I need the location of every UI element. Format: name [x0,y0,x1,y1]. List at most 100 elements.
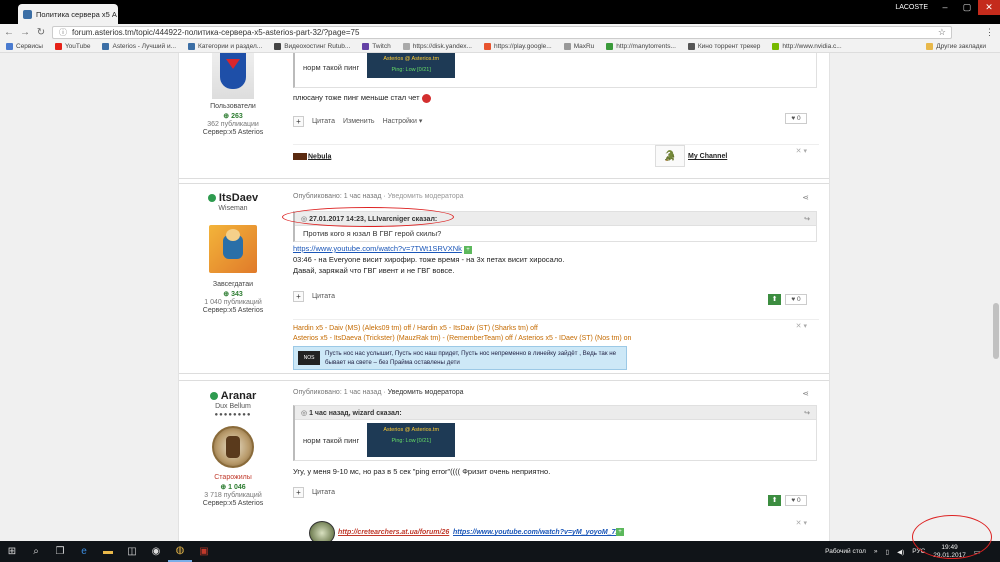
like-counter[interactable]: ♥ 0 [785,495,807,506]
reload-icon[interactable]: ↻ [36,27,46,38]
bookmark-star-icon[interactable]: ☆ [938,27,946,38]
bookmark-item[interactable]: Кино торрент трекер [687,43,760,50]
address-bar[interactable]: ⓘ forum.asterios.tm/topic/444922-политик… [52,26,952,39]
signature-logo-icon [309,521,335,541]
notify-moderator-link[interactable]: Уведомить модератора [388,193,464,200]
page-viewport: Пользователи ⊕ 263 362 публикации Сервер… [0,53,1000,541]
quote-link-icon[interactable]: ↪ [804,409,810,417]
multiquote-button[interactable]: + [293,486,304,498]
bookmark-item[interactable]: Asterios - Лучший и... [102,43,176,50]
quote-button[interactable]: Цитата [312,118,335,125]
back-icon[interactable]: ← [4,27,14,38]
signature-toggle-icon[interactable]: ✕ ▾ [796,519,807,527]
author-name[interactable]: ItsDaev [179,192,287,204]
signature-banner[interactable]: Nebula [293,153,331,160]
steam-icon[interactable]: ◉ [144,541,168,562]
bookmark-item[interactable]: MaxRu [563,43,594,50]
like-counter[interactable]: ♥ 0 [785,294,807,305]
browser-menu-icon[interactable]: ⋮ [985,27,994,38]
share-icon[interactable]: ⋖ [802,193,809,202]
multiquote-button[interactable]: + [293,115,304,127]
forum-post: Aranar Dux Bellum ●●●●●●●● Старожилы ⊕ 1… [179,380,829,541]
post-meta: Опубликовано: 1 час назад · Уведомить мо… [293,193,464,200]
signature-line: Asterios x5 - ItsDaeva (Trickster) (Mauz… [293,335,632,342]
signature-forum-link[interactable]: http://cretearchers.at.ua/forum/26 [338,529,449,536]
post-text: плюсану тоже пинг меньше стал чет [293,92,819,103]
quote-body: норм такой пинг Asterios @ Asterios.tm Pi… [295,420,816,460]
bookmark-item[interactable]: Twitch [362,43,391,50]
bookmark-item[interactable]: Сервисы [6,43,43,50]
explorer-icon[interactable]: ▬ [96,541,120,562]
upvote-button[interactable]: ⬆ [768,495,781,506]
bookmark-item[interactable]: Категории и раздел... [188,43,262,50]
like-counter[interactable]: ♥ 0 [785,113,807,124]
tray-arrow-icon[interactable]: » [874,548,878,555]
user-title: Dux Bellum [215,403,251,410]
tab-title: Политика сервера x5 А [36,9,117,19]
browser-tab[interactable]: Политика сервера x5 А ✕ [18,4,118,24]
post-actions: + Цитата [293,290,819,302]
apps-icon [6,43,13,50]
close-window-button[interactable]: ✕ [978,0,1000,15]
ping-screenshot[interactable]: Asterios @ Asterios.tm Ping: Low [0/21] [367,423,456,457]
bookmark-item[interactable]: Видеохостинг Rutub... [274,43,350,50]
user-group: Пользователи [210,103,256,110]
bookmark-item[interactable]: https://disk.yandex... [402,43,472,50]
desktop-toolbar[interactable]: Рабочий стол [825,548,866,555]
quote-toggle-icon[interactable]: ◎ [301,410,307,417]
settings-menu[interactable]: Настройки ▾ [383,117,423,125]
quote-block: норм такой пинг Asterios @ Asterios.tm Pi… [293,53,817,88]
rutube-icon [274,43,282,50]
user-group: Старожилы [214,474,252,481]
search-icon[interactable]: ⌕ [24,541,48,562]
bookmark-item[interactable]: http://www.nvidia.c... [772,43,842,50]
quote-button[interactable]: Цитата [312,489,335,496]
author-name[interactable]: Aranar [179,390,287,402]
store-icon[interactable]: ◫ [120,541,144,562]
bookmark-folder[interactable]: Другие закладки [926,43,986,50]
upvote-button[interactable]: ⬆ [768,294,781,305]
expand-icon[interactable]: + [463,246,472,254]
play-icon [483,43,491,50]
bookmark-item[interactable]: https://play.google... [483,43,552,50]
youtube-link[interactable]: https://www.youtube.com/watch?v=7TWt1SRV… [293,244,462,253]
edit-button[interactable]: Изменить [343,118,375,125]
window-controls: LACOSTE – ▢ ✕ [895,0,1000,15]
ping-screenshot[interactable]: Asterios @ Asterios.tm Ping: Low [0/21] [367,53,456,78]
page-scrollbar[interactable] [991,53,1000,541]
avatar[interactable] [209,225,257,273]
user-server: Сервер:x5 Asterios [202,307,264,314]
expand-icon[interactable]: + [616,528,624,536]
notify-moderator-link[interactable]: Уведомить модератора [388,389,464,396]
task-view-icon[interactable]: ❐ [48,541,72,562]
my-channel-link[interactable]: My Channel [688,153,727,160]
reputation: ⊕ 343 [223,291,243,298]
quote-link-icon[interactable]: ↪ [804,215,810,223]
start-icon[interactable]: ⊞ [0,541,24,562]
info-icon[interactable]: ⓘ [59,27,67,38]
network-icon[interactable]: ▯ [886,548,890,556]
signature-toggle-icon[interactable]: ✕ ▾ [796,322,807,330]
edge-icon[interactable]: e [72,541,96,562]
bookmark-item[interactable]: http://manytorrents... [606,43,676,50]
game-icon[interactable]: ▣ [192,541,216,562]
signature-toggle-icon[interactable]: ✕ ▾ [796,147,807,155]
avatar[interactable] [212,426,254,468]
volume-icon[interactable]: ◀) [897,548,904,556]
quote-body: Против кого я юзал В ГВГ герой скилы? [295,226,816,241]
bookmark-item[interactable]: YouTube [54,43,90,50]
folder-icon [926,43,934,50]
scrollbar-thumb[interactable] [993,303,999,359]
quote-button[interactable]: Цитата [312,293,335,300]
forward-icon[interactable]: → [20,27,30,38]
maximize-button[interactable]: ▢ [956,0,978,15]
signature-youtube-link[interactable]: https://www.youtube.com/watch?v=yM_yoyoM… [453,529,621,536]
chrome-icon[interactable]: ◍ [168,541,192,562]
post-author: Пользователи ⊕ 263 362 публикации Сервер… [179,53,287,136]
minimize-button[interactable]: – [934,0,956,15]
multiquote-button[interactable]: + [293,290,304,302]
online-status-icon [209,392,218,401]
profile-name[interactable]: LACOSTE [895,4,928,11]
share-icon[interactable]: ⋖ [802,389,809,398]
avatar[interactable] [212,53,254,99]
